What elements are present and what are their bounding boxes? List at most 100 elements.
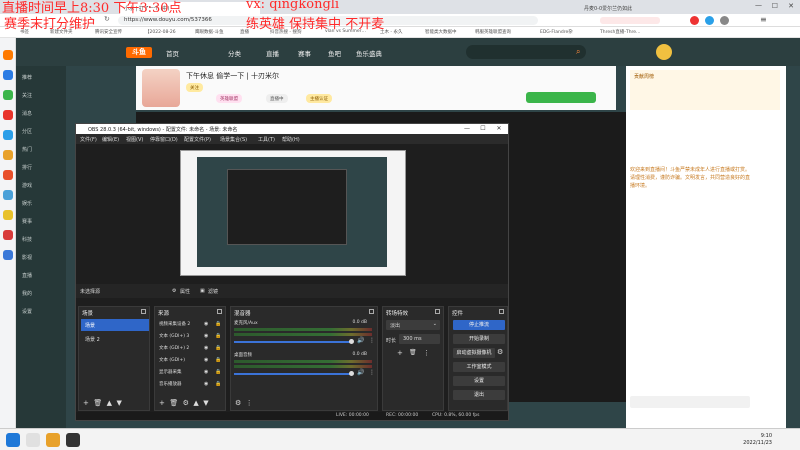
- douyu-logo[interactable]: 斗鱼: [126, 47, 152, 58]
- start-recording-button[interactable]: 开始录制: [453, 334, 505, 344]
- window-minimize-icon[interactable]: —: [755, 1, 762, 9]
- volume-slider[interactable]: [234, 373, 352, 375]
- volume-slider-knob[interactable]: [349, 371, 354, 376]
- chat-input[interactable]: [630, 396, 750, 408]
- sidenav-item[interactable]: 推荐: [22, 74, 32, 81]
- menu-scene-collection[interactable]: 场景集合(S): [220, 136, 247, 143]
- menu-file[interactable]: 文件(F): [80, 136, 97, 143]
- app-icon[interactable]: [3, 50, 13, 60]
- system-clock[interactable]: 9:10 2022/11/23: [743, 433, 772, 447]
- gear-icon[interactable]: ⚙: [497, 348, 503, 356]
- dock-undock-icon[interactable]: [369, 309, 374, 314]
- source-item[interactable]: 文本 (GDI+) ◉ 🔒: [159, 357, 225, 367]
- filters-icon[interactable]: ▣: [200, 288, 205, 294]
- lock-icon[interactable]: 🔒: [215, 357, 221, 363]
- sidenav-item[interactable]: 分区: [22, 128, 32, 135]
- eye-icon[interactable]: ◉: [204, 333, 208, 339]
- lock-icon[interactable]: 🔒: [215, 345, 221, 351]
- extension-icon[interactable]: [690, 16, 699, 25]
- menu-profile[interactable]: 配置文件(P): [184, 136, 211, 143]
- up-arrow-icon[interactable]: ▲: [107, 399, 112, 407]
- bookmark[interactable]: 鹰眼数据-斗鱼: [195, 29, 224, 35]
- reload-icon[interactable]: ↻: [104, 15, 110, 23]
- start-virtual-camera-button[interactable]: 启动虚拟摄像机: [453, 348, 495, 358]
- filters-button[interactable]: 滤镜: [208, 288, 218, 295]
- news-chip[interactable]: [600, 17, 660, 24]
- more-options-icon[interactable]: ⋮: [369, 369, 375, 376]
- advanced-audio-icon[interactable]: ⚙: [235, 399, 241, 407]
- streamer-avatar[interactable]: [142, 69, 180, 107]
- more-options-icon[interactable]: ⋮: [246, 399, 253, 407]
- menu-edit[interactable]: 编辑(E): [102, 136, 119, 143]
- nav-live[interactable]: 直播: [266, 48, 279, 58]
- down-arrow-icon[interactable]: ▼: [117, 399, 122, 407]
- app-icon[interactable]: [3, 150, 13, 160]
- volume-slider[interactable]: [234, 341, 352, 343]
- add-icon[interactable]: +: [397, 349, 403, 357]
- app-icon[interactable]: [3, 230, 13, 240]
- obs-minimize-icon[interactable]: —: [462, 125, 472, 132]
- bookmark[interactable]: 【2022-08-26: [145, 29, 176, 35]
- eye-icon[interactable]: ◉: [204, 321, 208, 327]
- app-icon[interactable]: [3, 210, 13, 220]
- dock-undock-icon[interactable]: [499, 309, 504, 314]
- extension-icon[interactable]: [705, 16, 714, 25]
- menu-tools[interactable]: 工具(T): [258, 136, 275, 143]
- scene-item[interactable]: 场景: [81, 319, 149, 331]
- sidenav-item[interactable]: 娱乐: [22, 200, 32, 207]
- tag-badge[interactable]: 英雄联盟: [216, 94, 242, 103]
- bookmark[interactable]: 腾讯安全宣传: [95, 29, 122, 35]
- search-icon[interactable]: [26, 433, 40, 447]
- app-icon[interactable]: [46, 433, 60, 447]
- bookmark[interactable]: EDG-Flandre杂: [540, 29, 573, 35]
- app-icon[interactable]: [3, 70, 13, 80]
- sidenav-item[interactable]: 排行: [22, 164, 32, 171]
- obs-preview[interactable]: [180, 150, 406, 276]
- bookmark[interactable]: 智能类大数据中: [425, 29, 457, 35]
- eye-icon[interactable]: ◉: [204, 369, 208, 375]
- more-options-icon[interactable]: ⋮: [423, 349, 430, 357]
- search-input[interactable]: [466, 45, 586, 59]
- sidenav-item[interactable]: 赛事: [22, 218, 32, 225]
- exit-button[interactable]: 退出: [453, 390, 505, 400]
- window-close-icon[interactable]: ✕: [788, 2, 794, 10]
- dock-undock-icon[interactable]: [217, 309, 222, 314]
- eye-icon[interactable]: ◉: [204, 345, 208, 351]
- app-icon[interactable]: [3, 90, 13, 100]
- menu-help[interactable]: 帮助(H): [282, 136, 300, 143]
- app-icon[interactable]: [3, 250, 13, 260]
- stop-streaming-button[interactable]: 停止推流: [453, 320, 505, 330]
- dock-undock-icon[interactable]: [141, 309, 146, 314]
- tag-badge[interactable]: 关注: [186, 83, 203, 92]
- gear-icon[interactable]: ⚙: [183, 399, 189, 407]
- dock-undock-icon[interactable]: [435, 309, 440, 314]
- add-icon[interactable]: +: [83, 399, 89, 407]
- sidenav-item[interactable]: 科技: [22, 236, 32, 243]
- nav-home[interactable]: 首页: [166, 48, 179, 58]
- start-icon[interactable]: [6, 433, 20, 447]
- trash-icon[interactable]: 🗑: [93, 399, 102, 407]
- source-item[interactable]: 文本 (GDI+) 2 ◉ 🔒: [159, 345, 225, 355]
- nav-match[interactable]: 赛事: [298, 48, 311, 58]
- trash-icon[interactable]: 🗑: [409, 349, 417, 356]
- scene-item[interactable]: 场景 2: [81, 333, 149, 345]
- app-icon[interactable]: [3, 130, 13, 140]
- bookmark[interactable]: 韩服英雄联盟查询: [475, 29, 511, 35]
- lock-icon[interactable]: 🔒: [215, 369, 221, 375]
- sidenav-item[interactable]: 关注: [22, 92, 32, 99]
- source-item[interactable]: 文本 (GDI+) 3 ◉ 🔒: [159, 333, 225, 343]
- menu-docks[interactable]: 停靠窗口(D): [150, 136, 178, 143]
- nav-category[interactable]: 分类: [228, 48, 241, 58]
- nav-festival[interactable]: 鱼乐盛典: [356, 48, 382, 58]
- lock-icon[interactable]: 🔒: [215, 333, 221, 339]
- follow-button[interactable]: [526, 92, 596, 103]
- lock-icon[interactable]: 🔒: [215, 381, 221, 387]
- more-options-icon[interactable]: ⋮: [369, 337, 375, 344]
- sidenav-item[interactable]: 影视: [22, 254, 32, 261]
- sidenav-item[interactable]: 消息: [22, 110, 32, 117]
- volume-slider-knob[interactable]: [349, 339, 354, 344]
- speaker-icon[interactable]: 🔊: [357, 337, 364, 344]
- source-item[interactable]: 音乐播放器 ◉ 🔒: [159, 381, 225, 391]
- source-item[interactable]: 显示器采集 ◉ 🔒: [159, 369, 225, 379]
- menu-icon[interactable]: ≡: [760, 15, 767, 24]
